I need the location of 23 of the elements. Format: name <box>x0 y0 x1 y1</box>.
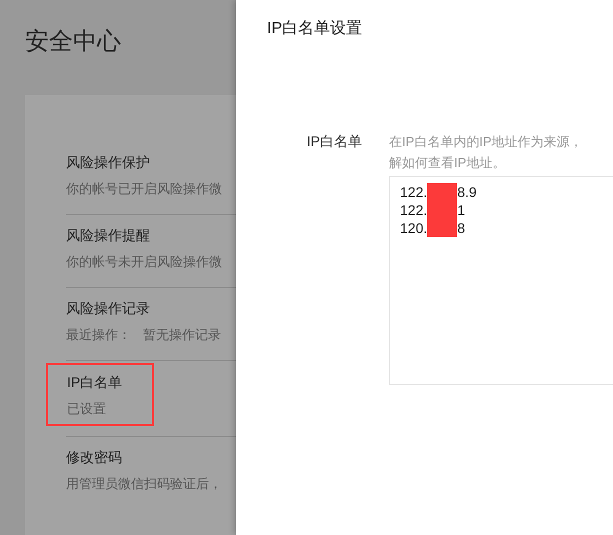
item-title[interactable]: 风险操作提醒 <box>66 225 150 245</box>
ip-text: 122. <box>400 201 428 219</box>
ip-text: 120. <box>400 219 428 237</box>
item-title[interactable]: 风险操作记录 <box>66 298 150 318</box>
item-title[interactable]: IP白名单 <box>67 372 122 392</box>
item-description: 最近操作： <box>66 326 131 344</box>
ip-text: 8.9 <box>457 183 477 201</box>
ip-text: 122. <box>400 183 428 201</box>
ip-textarea[interactable]: 122. 8.9 122. 1 120. 8 <box>389 176 613 385</box>
ip-text: 8 <box>457 219 466 237</box>
help-text: 解如何查看IP地址。 <box>389 154 506 172</box>
item-description: 暂无操作记录 <box>143 326 221 344</box>
item-description: 已设置 <box>67 400 106 418</box>
item-title[interactable]: 风险操作保护 <box>66 152 150 172</box>
ip-text: 1 <box>457 201 466 219</box>
drawer-title: IP白名单设置 <box>267 19 362 39</box>
help-text: 在IP白名单内的IP地址作为来源， <box>389 133 583 151</box>
field-label: IP白名单 <box>306 132 362 151</box>
page-title: 安全中心 <box>25 27 121 57</box>
item-description: 你的帐号已开启风险操作微 <box>66 180 222 198</box>
item-title[interactable]: 修改密码 <box>66 447 122 467</box>
item-description: 用管理员微信扫码验证后， <box>66 475 222 493</box>
item-description: 你的帐号未开启风险操作微 <box>66 253 222 271</box>
